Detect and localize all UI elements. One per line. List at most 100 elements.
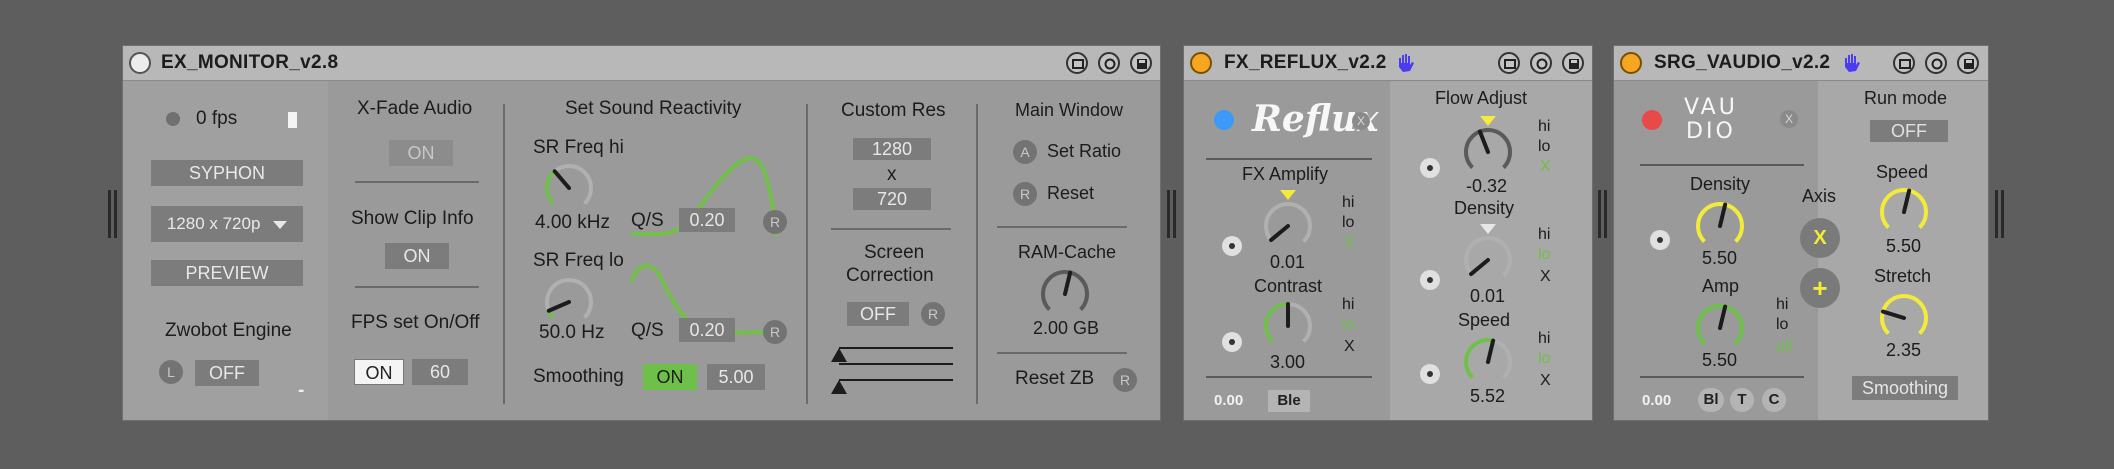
fps-number-box[interactable]: 60 [412,359,468,385]
c-button[interactable]: C [1762,388,1786,412]
qs-label-hi: Q/S [631,210,664,231]
screen-correction-toggle[interactable]: OFF [847,302,909,326]
resize-grip[interactable] [1173,190,1176,238]
speed-label: Speed [1876,162,1929,182]
mod-source-icon[interactable] [1420,158,1440,178]
fold-icon[interactable] [1893,52,1915,74]
ram-cache-knob[interactable] [1037,266,1093,322]
hot-swap-icon[interactable] [1098,52,1120,74]
sr-freq-hi-knob[interactable] [541,160,597,216]
run-mode-toggle[interactable]: OFF [1870,120,1948,142]
fold-icon[interactable] [1066,52,1088,74]
resize-grip[interactable] [108,190,111,238]
mod-source-icon[interactable] [1420,364,1440,384]
screen-correction-label-2: Correction [846,265,934,286]
stretch-knob[interactable] [1876,290,1932,346]
hand-icon [1399,54,1414,72]
divider [355,286,479,288]
blend-button[interactable]: Ble [1268,390,1310,412]
amp-label: Amp [1702,276,1740,296]
resize-grip[interactable] [114,190,117,238]
zwobot-l-button[interactable]: L [159,360,183,384]
contrast-knob[interactable] [1260,298,1316,354]
save-preset-icon[interactable] [1130,52,1152,74]
amp-knob[interactable] [1692,300,1748,356]
contrast-x-label: X [1344,338,1355,355]
smoothing-value[interactable]: 5.00 [707,364,765,390]
reset-hi-button[interactable]: R [763,210,787,234]
bi-button[interactable]: Bl [1698,388,1724,412]
device-power-button[interactable] [1620,52,1642,74]
screen-correction-label-1: Screen [864,242,925,263]
syphon-button[interactable]: SYPHON [151,160,303,186]
clip-info-toggle[interactable]: ON [385,243,449,269]
set-ratio-icon[interactable]: A [1013,140,1037,164]
speed-knob[interactable] [1460,334,1516,390]
xfade-toggle[interactable]: ON [389,140,453,166]
reset-zb-button[interactable]: R [1113,368,1137,392]
qs-value-lo[interactable]: 0.20 [679,318,735,342]
save-preset-icon[interactable] [1562,52,1584,74]
resize-grip[interactable] [2001,190,2004,238]
axis-plus-button[interactable]: + [1800,268,1840,308]
density-knob[interactable] [1692,198,1748,254]
correction-sliders[interactable] [829,340,959,400]
smoothing-toggle[interactable]: ON [643,364,697,390]
hot-swap-icon[interactable] [1530,52,1552,74]
t-button[interactable]: T [1730,388,1754,412]
device-title-bar[interactable]: EX_MONITOR_v2.8 [123,46,1160,81]
speed-knob[interactable] [1876,184,1932,240]
run-mode-label: Run mode [1864,88,1948,108]
save-preset-icon[interactable] [1957,52,1979,74]
fps-on-toggle[interactable]: ON [354,359,404,385]
divider [831,228,951,230]
flow-adjust-knob[interactable] [1460,124,1516,180]
fx-amplify-label: FX Amplify [1242,164,1329,184]
ram-cache-label: RAM-Cache [1018,242,1117,262]
reset-lo-button[interactable]: R [763,320,787,344]
mod-source-icon[interactable] [1222,332,1242,352]
mod-source-icon[interactable] [1650,230,1670,250]
resize-grip[interactable] [1167,190,1170,238]
xfade-label: X-Fade Audio [357,98,473,119]
device-title-bar[interactable]: SRG_VAUDIO_v2.2 [1614,46,1988,81]
close-icon[interactable]: X [1352,112,1370,130]
logo-line-1: VAU [1684,95,1738,120]
sr-freq-lo-value: 50.0 Hz [539,322,605,343]
hot-swap-icon[interactable] [1925,52,1947,74]
zwobot-toggle[interactable]: OFF [195,360,259,386]
density-knob[interactable] [1460,232,1516,288]
knob-needle [1718,304,1728,330]
res-x-label: x [887,164,897,185]
density-lo-label: lo [1538,246,1551,263]
resize-grip[interactable] [1604,190,1607,238]
device-title-bar[interactable]: FX_REFLUX_v2.2 [1184,46,1592,81]
vaudio-logo: VAU DIO [1684,96,1738,144]
knob-track [1464,236,1512,277]
fps-indicator-led [166,112,180,126]
knob-needle [1880,309,1906,320]
res-width-box[interactable]: 1280 [853,138,931,160]
fps-toggle[interactable] [288,112,297,128]
mod-source-icon[interactable] [1222,236,1242,256]
close-icon[interactable]: X [1780,110,1798,128]
res-height-box[interactable]: 720 [853,188,931,210]
divider [1640,376,1804,378]
fold-icon[interactable] [1498,52,1520,74]
mod-source-icon[interactable] [1420,270,1440,290]
qs-value-hi[interactable]: 0.20 [679,208,735,232]
smoothing-button[interactable]: Smoothing [1852,376,1958,400]
resize-grip[interactable] [1995,190,1998,238]
preview-button[interactable]: PREVIEW [151,260,303,286]
density-label: Density [1690,174,1751,194]
device-power-button[interactable] [1190,52,1212,74]
fx-amplify-knob[interactable] [1260,198,1316,254]
device-power-button[interactable] [129,52,151,74]
screen-correction-reset[interactable]: R [921,302,945,326]
resize-grip[interactable] [1598,190,1601,238]
main-window-label: Main Window [1015,100,1124,120]
axis-x-button[interactable]: X [1800,218,1840,258]
flow-lo-label: lo [1538,138,1551,155]
reset-window-icon[interactable]: R [1013,182,1037,206]
resolution-dropdown[interactable]: 1280 x 720p [151,206,303,242]
